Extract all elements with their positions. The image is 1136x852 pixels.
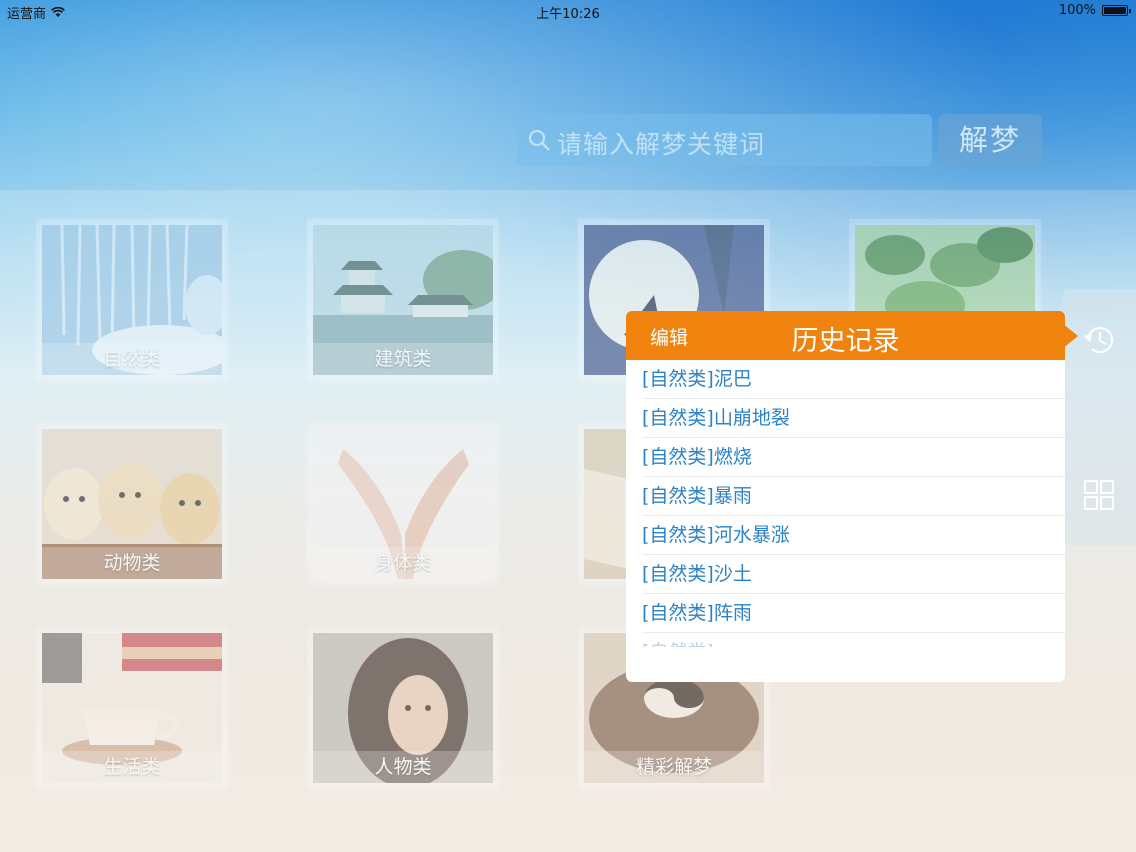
search-placeholder: 请输入解梦关键词 — [557, 130, 766, 159]
status-battery-group: 100% — [1058, 3, 1131, 18]
history-list[interactable]: [自然类]泥巴 [自然类]山崩地裂 [自然类]燃烧 [自然类]暴雨 [自然类]河… — [626, 360, 1065, 682]
battery-percent: 100% — [1058, 3, 1096, 18]
category-label: 人物类 — [313, 751, 493, 783]
category-tile-animals[interactable]: 动物类 — [42, 429, 222, 579]
history-item[interactable]: [自然类]山崩地裂 — [642, 399, 1065, 438]
history-item[interactable]: [自然类] — [642, 633, 1065, 647]
search-icon — [528, 129, 550, 151]
category-label: 自然类 — [42, 343, 222, 375]
history-clock-icon[interactable] — [1082, 322, 1118, 358]
category-tile-people[interactable]: 人物类 — [313, 633, 493, 783]
history-popover: 编辑 历史记录 [自然类]泥巴 [自然类]山崩地裂 [自然类]燃烧 [自然类]暴… — [626, 311, 1065, 682]
grid-view-icon[interactable] — [1084, 480, 1114, 510]
category-tile-body[interactable]: 身体类 — [313, 429, 493, 579]
battery-icon — [1102, 5, 1131, 16]
category-tile-architecture[interactable]: 建筑类 — [313, 225, 493, 375]
category-label: 身体类 — [313, 547, 493, 579]
category-tile-nature[interactable]: 自然类 — [42, 225, 222, 375]
history-item[interactable]: [自然类]燃烧 — [642, 438, 1065, 477]
search-button[interactable]: 解梦 — [938, 114, 1042, 166]
category-label: 动物类 — [42, 547, 222, 579]
history-item[interactable]: [自然类]河水暴涨 — [642, 516, 1065, 555]
popover-header: 编辑 历史记录 — [626, 311, 1065, 360]
category-label: 精彩解梦 — [584, 751, 764, 783]
history-item[interactable]: [自然类]沙土 — [642, 555, 1065, 594]
history-item[interactable]: [自然类]泥巴 — [642, 360, 1065, 399]
status-time: 上午10:26 — [536, 7, 600, 22]
category-label: 生活类 — [42, 751, 222, 783]
status-bar: 运营商 上午10:26 100% — [0, 0, 1136, 22]
category-label: 建筑类 — [313, 343, 493, 375]
search-input[interactable]: 请输入解梦关键词 — [517, 114, 932, 166]
popover-title-text: 历史记录 — [791, 326, 900, 357]
category-tile-life[interactable]: 生活类 — [42, 633, 222, 783]
history-item[interactable]: [自然类]阵雨 — [642, 594, 1065, 633]
history-item[interactable]: [自然类]暴雨 — [642, 477, 1065, 516]
popover-title: 历史记录 — [626, 319, 1065, 358]
